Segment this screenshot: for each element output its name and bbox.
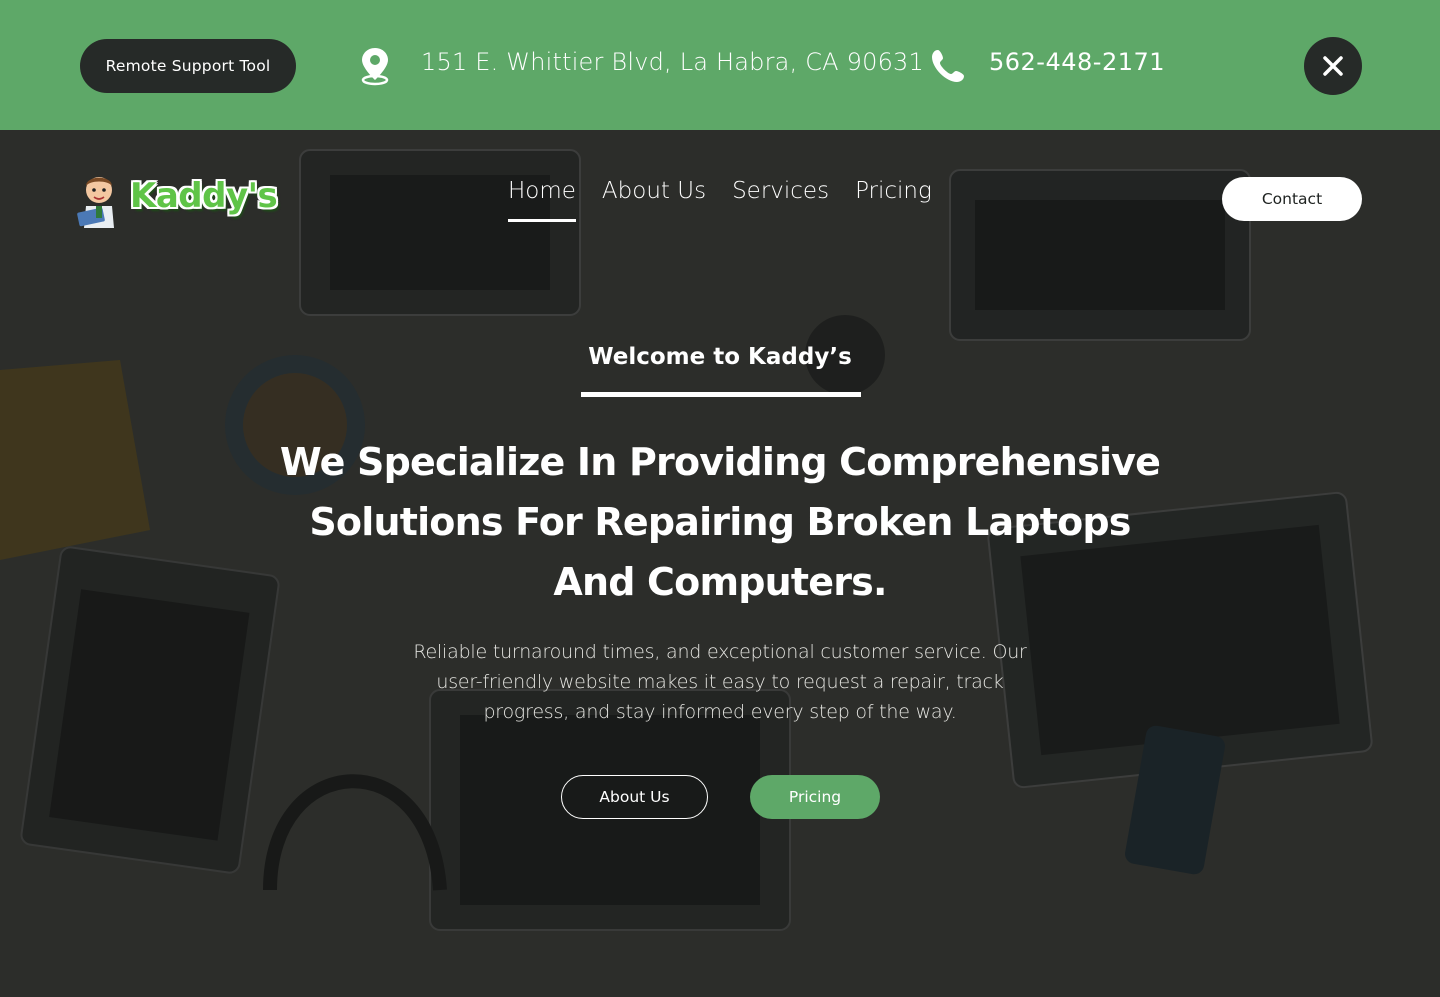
- hero-headline: We Specialize In Providing Comprehensive…: [279, 440, 1161, 604]
- nav-item-services[interactable]: Services: [732, 178, 829, 222]
- nav-item-home[interactable]: Home: [508, 178, 576, 222]
- close-icon: [1323, 56, 1343, 76]
- remote-support-button[interactable]: Remote Support Tool: [80, 39, 296, 93]
- main-nav: Home About Us Services Pricing: [508, 178, 932, 222]
- mascot-icon: [77, 177, 114, 228]
- location-pin-icon: [358, 46, 392, 86]
- logo-wordmark: Kaddy's: [130, 176, 278, 216]
- nav-item-about-us[interactable]: About Us: [602, 178, 706, 222]
- contact-button[interactable]: Contact: [1222, 177, 1362, 221]
- top-contact-bar: Remote Support Tool 151 E. Whittier Blvd…: [0, 0, 1440, 130]
- close-button[interactable]: [1304, 37, 1362, 95]
- phone-number[interactable]: 562-448-2171: [989, 48, 1165, 76]
- address-text: 151 E. Whittier Blvd, La Habra, CA 90631: [421, 48, 924, 76]
- phone-icon: [930, 48, 966, 84]
- pricing-button[interactable]: Pricing: [750, 775, 880, 819]
- site-logo[interactable]: Kaddy's: [74, 172, 278, 228]
- hero-eyebrow: Welcome to Kaddy’s: [588, 344, 852, 370]
- eyebrow-underline: [581, 392, 861, 397]
- hero-section: Kaddy's Home About Us Services Pricing C…: [0, 130, 1440, 997]
- nav-item-pricing[interactable]: Pricing: [855, 178, 932, 222]
- about-us-button[interactable]: About Us: [561, 775, 708, 819]
- hero-subtext: Reliable turnaround times, and exception…: [413, 641, 1027, 723]
